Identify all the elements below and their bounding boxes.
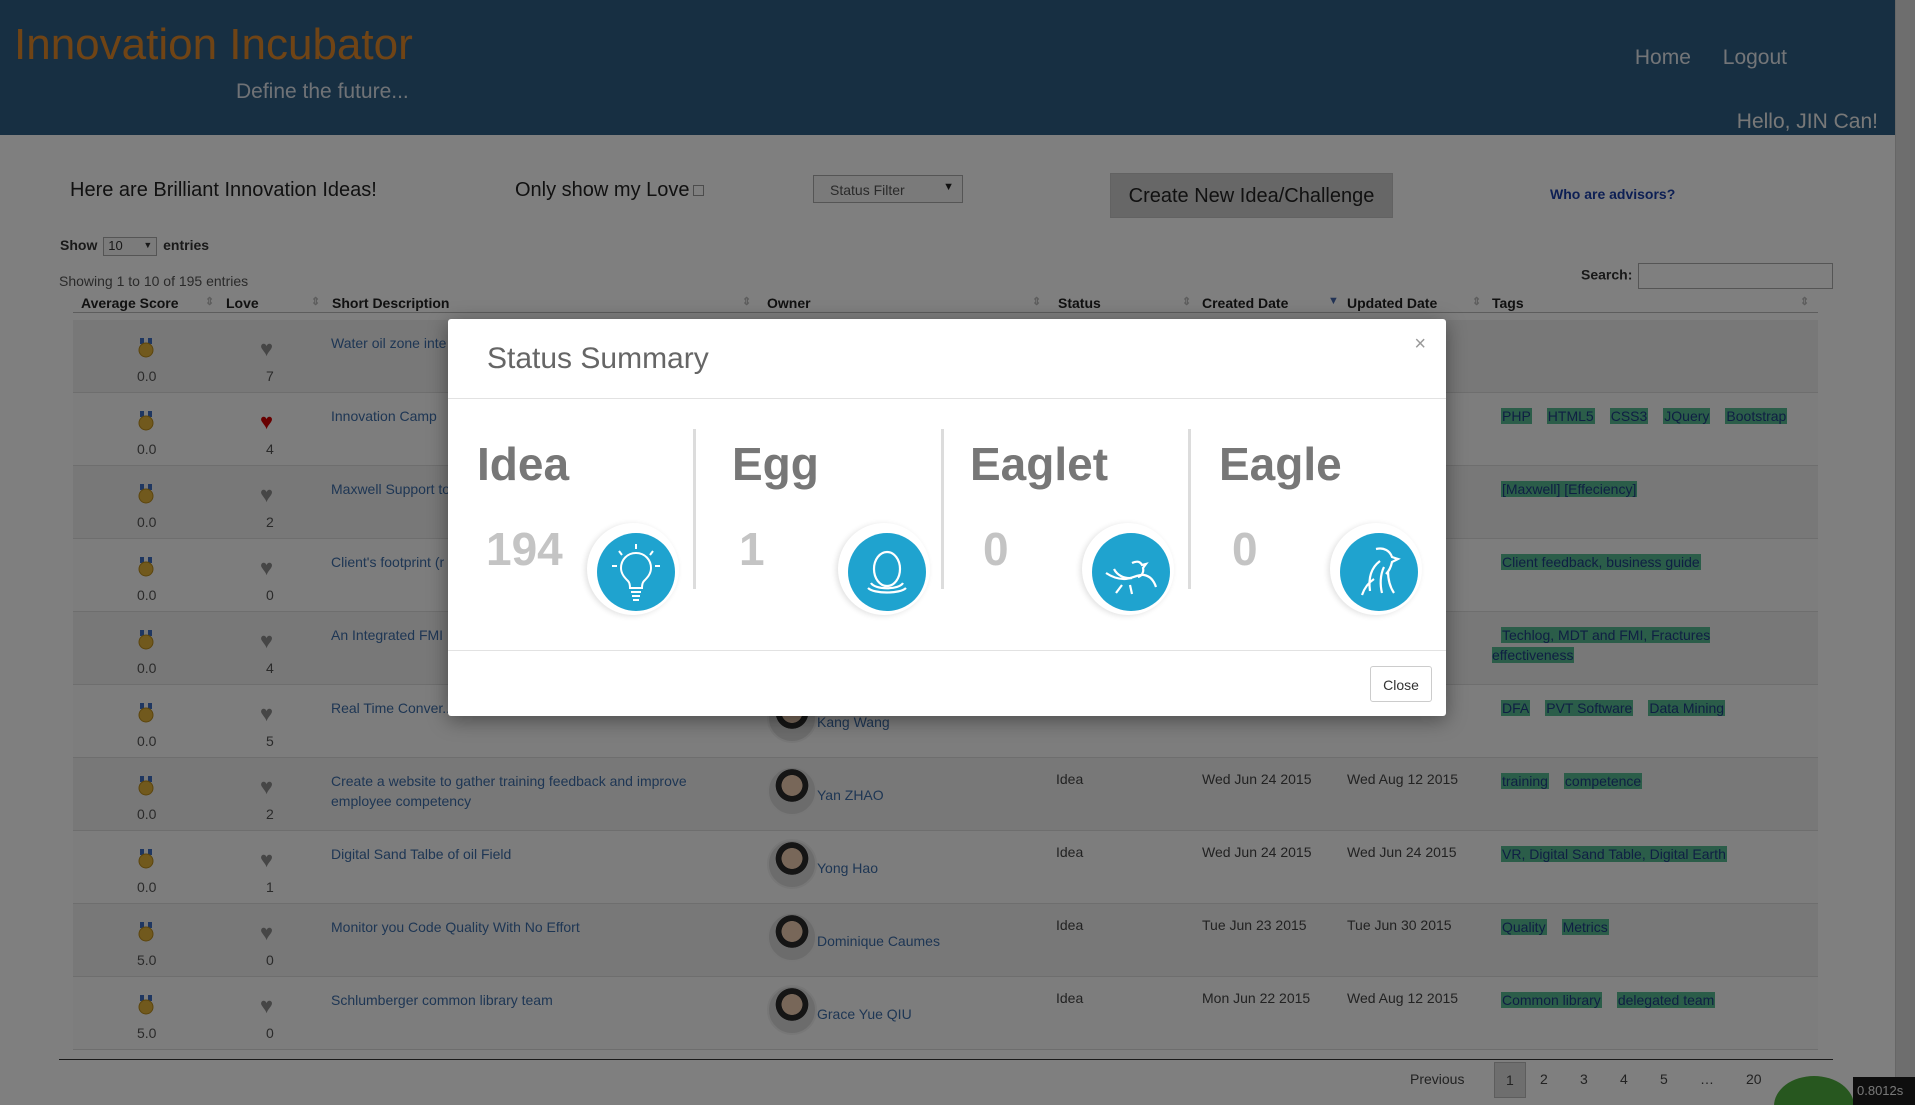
modal-header: Status Summary × bbox=[448, 319, 1446, 399]
close-icon[interactable]: × bbox=[1414, 333, 1426, 356]
stage-count: 194 bbox=[486, 523, 563, 575]
stage-name: Idea bbox=[477, 438, 570, 490]
eaglet-icon bbox=[1082, 523, 1174, 615]
modal-body: Idea 194 Egg 1 Eaglet 0 Eagle 0 bbox=[448, 399, 1446, 651]
stage-name: Eaglet bbox=[970, 438, 1109, 490]
lightbulb-icon bbox=[587, 523, 679, 615]
modal-title: Status Summary bbox=[487, 342, 709, 375]
stage-egg: Egg 1 bbox=[696, 429, 944, 615]
stage-eagle: Eagle 0 bbox=[1193, 429, 1441, 615]
stage-count: 0 bbox=[1232, 523, 1258, 575]
stage-name: Eagle bbox=[1219, 438, 1342, 490]
stage-eaglet: Eaglet 0 bbox=[943, 429, 1191, 615]
eagle-icon bbox=[1330, 523, 1422, 615]
stage-count: 1 bbox=[739, 523, 765, 575]
stage-name: Egg bbox=[732, 438, 819, 490]
stage-count: 0 bbox=[983, 523, 1009, 575]
egg-icon bbox=[838, 523, 930, 615]
close-button[interactable]: Close bbox=[1370, 666, 1432, 702]
status-summary-modal: Status Summary × Idea 194 Egg 1 Eaglet 0… bbox=[448, 319, 1446, 716]
stage-idea: Idea 194 bbox=[448, 429, 696, 615]
